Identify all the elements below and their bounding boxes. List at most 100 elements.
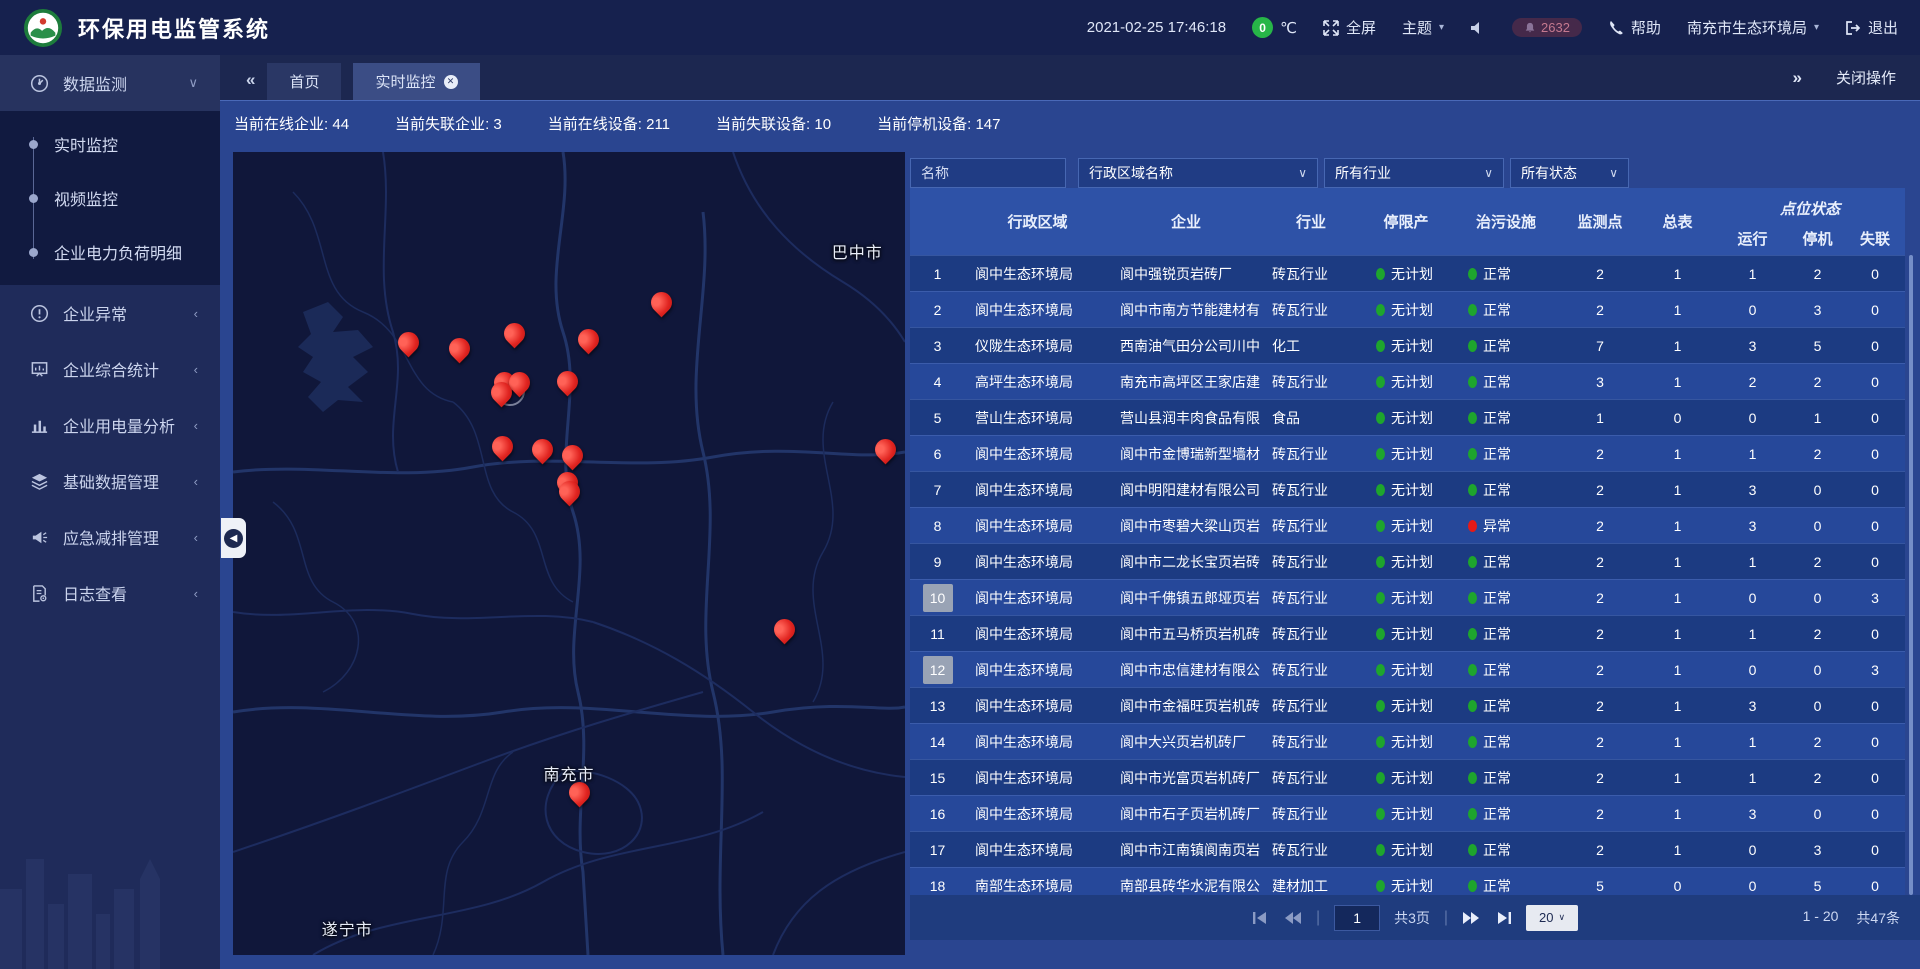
map-canvas[interactable]: 巴中市南充市遂宁市 bbox=[233, 152, 905, 955]
sidebar-item-emergency-reduction[interactable]: 应急减排管理 ‹ bbox=[0, 509, 220, 565]
table-row[interactable]: 1阆中生态环境局阆中强锐页岩砖厂砖瓦行业无计划正常21120 bbox=[910, 255, 1905, 291]
cell-running: 0 bbox=[1715, 842, 1790, 858]
close-operations-button[interactable]: 关闭操作 bbox=[1836, 67, 1896, 88]
cell-total-meters: 1 bbox=[1640, 590, 1715, 606]
right-panel: 行政区域名称∨ 所有行业∨ 所有状态∨ 行政区域 企业 行业 停限产 治污设施 … bbox=[910, 148, 1920, 955]
row-index: 2 bbox=[910, 302, 965, 318]
cell-region: 阆中生态环境局 bbox=[965, 660, 1110, 680]
row-index: 14 bbox=[910, 734, 965, 750]
fullscreen-icon bbox=[1323, 20, 1339, 36]
first-page-icon[interactable] bbox=[1252, 911, 1270, 925]
prev-page-icon[interactable] bbox=[1284, 911, 1302, 925]
cell-region: 阆中生态环境局 bbox=[965, 696, 1110, 716]
sidebar-item-log-view[interactable]: 日志查看 ‹ bbox=[0, 565, 220, 621]
cell-facility-status: 正常 bbox=[1452, 264, 1560, 284]
status-dot-icon bbox=[1468, 844, 1477, 856]
notification-badge[interactable]: 2632 bbox=[1512, 18, 1582, 37]
cell-monitor-points: 2 bbox=[1560, 554, 1640, 570]
cell-total-meters: 1 bbox=[1640, 446, 1715, 462]
table-row[interactable]: 11阆中生态环境局阆中市五马桥页岩机砖砖瓦行业无计划正常21120 bbox=[910, 615, 1905, 651]
name-search-input[interactable] bbox=[910, 158, 1066, 188]
fullscreen-button[interactable]: 全屏 bbox=[1323, 17, 1376, 38]
cell-limit-status: 无计划 bbox=[1360, 768, 1452, 788]
cell-total-meters: 1 bbox=[1640, 338, 1715, 354]
org-dropdown[interactable]: 南充市生态环境局▾ bbox=[1687, 17, 1819, 38]
sidebar-item-enterprise-statistics[interactable]: 企业综合统计 ‹ bbox=[0, 341, 220, 397]
cell-industry: 砖瓦行业 bbox=[1262, 696, 1360, 716]
last-page-icon[interactable] bbox=[1494, 911, 1512, 925]
table-row[interactable]: 17阆中生态环境局阆中市江南镇阆南页岩砖瓦行业无计划正常21030 bbox=[910, 831, 1905, 867]
stat-lost-devices: 当前失联设备: 10 bbox=[716, 113, 831, 134]
cell-lost: 0 bbox=[1845, 698, 1905, 714]
table-row[interactable]: 15阆中生态环境局阆中市光富页岩机砖厂砖瓦行业无计划正常21120 bbox=[910, 759, 1905, 795]
help-button[interactable]: 帮助 bbox=[1608, 17, 1661, 38]
cell-facility-status: 正常 bbox=[1452, 588, 1560, 608]
gauge-icon bbox=[30, 74, 49, 93]
cell-monitor-points: 3 bbox=[1560, 374, 1640, 390]
cell-running: 1 bbox=[1715, 446, 1790, 462]
status-select[interactable]: 所有状态∨ bbox=[1510, 158, 1629, 188]
sidebar-item-power-load-detail[interactable]: 企业电力负荷明细 bbox=[0, 225, 220, 279]
table-row[interactable]: 2阆中生态环境局阆中市南方节能建材有砖瓦行业无计划正常21030 bbox=[910, 291, 1905, 327]
next-page-icon[interactable] bbox=[1462, 911, 1480, 925]
table-scrollbar[interactable] bbox=[1909, 255, 1913, 895]
table-row[interactable]: 16阆中生态环境局阆中市石子页岩机砖厂砖瓦行业无计划正常21300 bbox=[910, 795, 1905, 831]
bullet-icon bbox=[29, 140, 38, 149]
top-header: 环保用电监管系统 2021-02-25 17:46:18 0 ℃ 全屏 主题▾ bbox=[0, 0, 1920, 55]
cell-stopped: 0 bbox=[1790, 482, 1845, 498]
table-row[interactable]: 7阆中生态环境局阆中明阳建材有限公司砖瓦行业无计划正常21300 bbox=[910, 471, 1905, 507]
sidebar-item-video-monitor[interactable]: 视频监控 bbox=[0, 171, 220, 225]
cell-lost: 0 bbox=[1845, 410, 1905, 426]
log-document-icon bbox=[30, 584, 49, 603]
sidebar-item-base-data[interactable]: 基础数据管理 ‹ bbox=[0, 453, 220, 509]
tab-close-icon[interactable]: ✕ bbox=[444, 75, 458, 89]
cell-region: 阆中生态环境局 bbox=[965, 804, 1110, 824]
page-size-select[interactable]: 20∨ bbox=[1526, 905, 1578, 931]
row-index: 6 bbox=[910, 446, 965, 462]
cell-total-meters: 1 bbox=[1640, 626, 1715, 642]
cell-running: 0 bbox=[1715, 878, 1790, 894]
cell-stopped: 2 bbox=[1790, 626, 1845, 642]
sidebar-item-power-analysis[interactable]: 企业用电量分析 ‹ bbox=[0, 397, 220, 453]
table-row[interactable]: 18南部生态环境局南部县砖华水泥有限公建材加工无计划正常50050 bbox=[910, 867, 1905, 895]
sidebar-item-realtime-monitor[interactable]: 实时监控 bbox=[0, 117, 220, 171]
page-number-input[interactable] bbox=[1334, 905, 1380, 931]
sidebar-item-enterprise-abnormal[interactable]: 企业异常 ‹ bbox=[0, 285, 220, 341]
total-label: 共47条 bbox=[1856, 908, 1900, 928]
sidebar-item-data-monitor[interactable]: 数据监测 ∨ bbox=[0, 55, 220, 111]
pagination-bar: | 共3页 | 20∨ 1 - 20 共47条 bbox=[910, 895, 1920, 940]
tabs-scroll-right-icon[interactable]: » bbox=[1793, 68, 1802, 88]
tab-realtime-monitor[interactable]: 实时监控 ✕ bbox=[353, 63, 479, 100]
table-row[interactable]: 4高坪生态环境局南充市高坪区王家店建砖瓦行业无计划正常31220 bbox=[910, 363, 1905, 399]
cell-facility-status: 正常 bbox=[1452, 696, 1560, 716]
table-row[interactable]: 5营山生态环境局营山县润丰肉食品有限食品无计划正常10010 bbox=[910, 399, 1905, 435]
industry-select[interactable]: 所有行业∨ bbox=[1324, 158, 1504, 188]
table-row[interactable]: 6阆中生态环境局阆中市金博瑞新型墙材砖瓦行业无计划正常21120 bbox=[910, 435, 1905, 471]
cell-monitor-points: 2 bbox=[1560, 626, 1640, 642]
cell-limit-status: 无计划 bbox=[1360, 336, 1452, 356]
stat-online-devices: 当前在线设备: 211 bbox=[548, 113, 670, 134]
cell-industry: 砖瓦行业 bbox=[1262, 516, 1360, 536]
speaker-icon[interactable] bbox=[1470, 20, 1486, 36]
cell-lost: 0 bbox=[1845, 446, 1905, 462]
stats-bar: 当前在线企业: 44 当前失联企业: 3 当前在线设备: 211 当前失联设备:… bbox=[220, 100, 1920, 145]
cell-monitor-points: 2 bbox=[1560, 662, 1640, 678]
theme-dropdown[interactable]: 主题▾ bbox=[1402, 17, 1444, 38]
cell-limit-status: 无计划 bbox=[1360, 840, 1452, 860]
table-row[interactable]: 12阆中生态环境局阆中市忠信建材有限公砖瓦行业无计划正常21003 bbox=[910, 651, 1905, 687]
tabs-scroll-left-icon[interactable]: « bbox=[246, 70, 255, 90]
table-row[interactable]: 8阆中生态环境局阆中市枣碧大梁山页岩砖瓦行业无计划异常21300 bbox=[910, 507, 1905, 543]
region-select[interactable]: 行政区域名称∨ bbox=[1078, 158, 1318, 188]
cell-lost: 0 bbox=[1845, 374, 1905, 390]
table-row[interactable]: 14阆中生态环境局阆中大兴页岩机砖厂砖瓦行业无计划正常21120 bbox=[910, 723, 1905, 759]
tab-home[interactable]: 首页 bbox=[267, 63, 341, 100]
table-row[interactable]: 10阆中生态环境局阆中千佛镇五郎垭页岩砖瓦行业无计划正常21003 bbox=[910, 579, 1905, 615]
table-row[interactable]: 9阆中生态环境局阆中市二龙长宝页岩砖砖瓦行业无计划正常21120 bbox=[910, 543, 1905, 579]
sidebar-collapse-handle[interactable]: ◀ bbox=[221, 518, 246, 558]
table-row[interactable]: 13阆中生态环境局阆中市金福旺页岩机砖砖瓦行业无计划正常21300 bbox=[910, 687, 1905, 723]
table-row[interactable]: 3仪陇生态环境局西南油气田分公司川中化工无计划正常71350 bbox=[910, 327, 1905, 363]
logout-button[interactable]: 退出 bbox=[1845, 17, 1898, 38]
cell-facility-status: 正常 bbox=[1452, 732, 1560, 752]
status-dot-icon bbox=[1376, 592, 1385, 604]
cell-lost: 0 bbox=[1845, 770, 1905, 786]
